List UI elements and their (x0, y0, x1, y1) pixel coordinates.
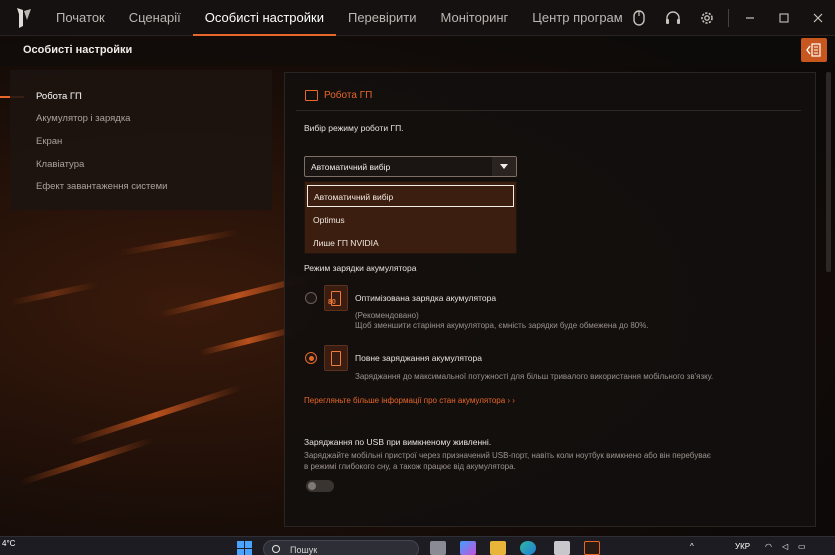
sidebar-item-keyboard[interactable]: Клавіатура (36, 159, 84, 170)
task-view-icon[interactable] (430, 541, 446, 555)
tab-home[interactable]: Початок (44, 0, 117, 36)
battery-80-icon: 80 (324, 285, 348, 311)
headset-icon[interactable] (656, 0, 690, 36)
option-nvidia-only[interactable]: Лише ГП NVIDIA (307, 232, 514, 254)
battery-full-icon (324, 345, 348, 371)
sidebar-item-battery[interactable]: Акумулятор і зарядка (36, 113, 130, 124)
gpu-section-title: Робота ГП (324, 90, 373, 101)
tab-personal-settings[interactable]: Особисті настройки (192, 0, 336, 36)
copilot-icon[interactable] (460, 541, 476, 555)
main-tabs: Початок Сценарії Особисті настройки Пере… (44, 0, 635, 36)
search-placeholder: Пошук (290, 545, 318, 555)
optimized-charge-label: Оптимізована зарядка акумулятора (355, 293, 497, 303)
divider (296, 110, 801, 111)
store-icon[interactable] (554, 541, 570, 555)
predatorsense-app-icon[interactable] (584, 541, 600, 555)
tab-scenarios[interactable]: Сценарії (117, 0, 193, 36)
language-indicator[interactable]: УКР (735, 542, 750, 551)
weather-temp[interactable]: 4°C (2, 539, 15, 548)
gpu-mode-dropdown: Автоматичний вибір Optimus Лише ГП NVIDI… (304, 181, 517, 254)
gpu-mode-select[interactable]: Автоматичний вибір (304, 156, 517, 177)
taskbar-search[interactable]: Пошук (263, 540, 419, 555)
window-controls (622, 0, 835, 36)
option-optimus[interactable]: Optimus (307, 209, 514, 231)
settings-sidebar: Робота ГП Акумулятор і зарядка Екран Кла… (10, 70, 272, 210)
optimized-charge-radio[interactable] (305, 292, 317, 304)
usb-charge-toggle[interactable] (306, 480, 334, 492)
volume-icon[interactable]: ◁ (782, 542, 788, 551)
predator-logo-icon (17, 8, 31, 28)
page-title: Особисті настройки (23, 44, 133, 56)
page-header: Особисті настройки (0, 36, 835, 66)
chevron-down-icon (492, 157, 516, 176)
sidebar-item-boot-effect[interactable]: Ефект завантаження системи (36, 181, 167, 192)
battery-icon[interactable]: ▭ (798, 542, 806, 551)
edge-browser-icon[interactable] (520, 541, 536, 555)
usb-charge-title: Заряджання по USB при вимкненому живленн… (304, 437, 492, 447)
full-charge-label: Повне заряджання акумулятора (355, 353, 482, 363)
top-nav-bar: Початок Сценарії Особисті настройки Пере… (0, 0, 835, 36)
gpu-mode-description: Вибір режиму роботи ГП. (304, 123, 404, 133)
close-icon[interactable] (801, 0, 835, 36)
usb-charge-desc-2: в режимі глибокого сну, а також працює в… (304, 462, 516, 471)
list-collapse-icon (806, 43, 821, 57)
wifi-icon[interactable]: ◠ (765, 542, 772, 551)
mouse-icon[interactable] (622, 0, 656, 36)
battery-mode-title: Режим зарядки акумулятора (304, 263, 417, 273)
gpu-chip-icon (305, 90, 318, 101)
divider (728, 9, 729, 27)
minimize-icon[interactable] (733, 0, 767, 36)
full-charge-desc: Заряджання до максимальної потужності дл… (355, 372, 714, 381)
battery-info-link[interactable]: Перегляньте більше інформації про стан а… (304, 396, 515, 405)
sidebar-item-gpu[interactable]: Робота ГП (36, 91, 82, 102)
chevron-up-icon[interactable]: ^ (690, 542, 694, 551)
option-auto[interactable]: Автоматичний вибір (307, 185, 514, 207)
battery-80-label: 80 (328, 299, 336, 306)
sidebar-item-display[interactable]: Екран (36, 136, 62, 147)
tab-monitoring[interactable]: Моніторинг (429, 0, 521, 36)
tab-check[interactable]: Перевірити (336, 0, 429, 36)
search-icon (272, 545, 280, 553)
maximize-icon[interactable] (767, 0, 801, 36)
gear-icon[interactable] (690, 0, 724, 36)
full-charge-radio[interactable] (305, 352, 317, 364)
collapse-panel-button[interactable] (801, 38, 827, 62)
windows-start-icon[interactable] (237, 541, 253, 555)
windows-taskbar: 4°C Пошук ^ УКР ◠ ◁ ▭ (0, 536, 835, 555)
file-explorer-icon[interactable] (490, 541, 506, 555)
optimized-charge-note: (Рекомендовано) (355, 311, 419, 320)
panel-scrollbar[interactable] (826, 72, 831, 272)
optimized-charge-desc: Щоб зменшити старіння акумулятора, ємніс… (355, 321, 649, 330)
tab-app-center[interactable]: Центр програм (520, 0, 634, 36)
gpu-mode-select-value: Автоматичний вибір (311, 162, 391, 172)
usb-charge-desc-1: Заряджайте мобільні пристрої через призн… (304, 451, 711, 460)
